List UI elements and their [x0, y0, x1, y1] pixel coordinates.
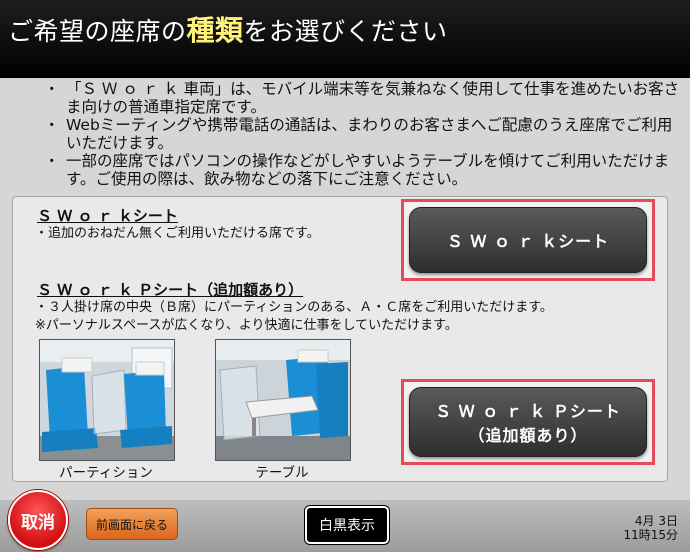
table-seat-image [216, 340, 350, 460]
header-bar: ご希望の座席の種類をお選びください [0, 0, 690, 78]
sworkp-seat-note: ※パーソナルスペースが広くなり、より快適に仕事をしていただけます。 [35, 318, 458, 333]
swork-seat-button[interactable]: Ｓ Ｗ ｏ ｒ ｋシート [409, 207, 647, 273]
date-text: 4月 3日 [634, 514, 678, 528]
date-time-display: 4月 3日 11時15分 [623, 514, 678, 542]
partition-seat-image [40, 340, 174, 460]
back-button[interactable]: 前画面に戻る [86, 508, 178, 540]
sworkp-seat-button-sublabel: （追加額あり） [468, 426, 588, 445]
note-item: 一部の座席ではパソコンの操作などがしやすいようテーブルを傾けてご利用いただけます… [44, 152, 682, 188]
title-prefix: ご希望の座席の [8, 17, 187, 46]
sworkp-seat-heading: Ｓ Ｗ ｏ ｒ ｋ Ｐシート（追加額あり） [37, 281, 304, 299]
swork-seat-frame: Ｓ Ｗ ｏ ｒ ｋシート [401, 199, 655, 281]
title-emphasis: 種類 [186, 14, 244, 47]
table-caption: テーブル [255, 465, 309, 481]
swork-seat-heading: Ｓ Ｗ ｏ ｒ ｋシート [37, 207, 178, 225]
sworkp-seat-description: ・３人掛け席の中央（Ｂ席）にパーティションのある、Ａ・Ｃ席をご利用いただけます。 [35, 300, 553, 315]
swork-seat-description: ・追加のおねだん無くご利用いただける席です。 [35, 226, 320, 241]
cancel-button[interactable]: 取消 [8, 490, 68, 550]
time-text: 11時15分 [623, 528, 678, 542]
info-notes: 「Ｓ Ｗ ｏ ｒ ｋ 車両」は、モバイル端末等を気兼ねなく使用して仕事を進めたい… [44, 80, 682, 188]
note-item: Webミーティングや携帯電話の通話は、まわりのお客さまへご配慮のうえ座席でご利用… [44, 116, 682, 152]
page-title: ご希望の座席の種類をお選びください [8, 14, 448, 48]
partition-caption: パーティション [59, 465, 153, 481]
sworkp-seat-button[interactable]: Ｓ Ｗ ｏ ｒ ｋ Ｐシート （追加額あり） [409, 387, 647, 457]
swork-seat-button-label: Ｓ Ｗ ｏ ｒ ｋシート [446, 232, 610, 251]
note-item: 「Ｓ Ｗ ｏ ｒ ｋ 車両」は、モバイル端末等を気兼ねなく使用して仕事を進めたい… [44, 80, 682, 116]
sworkp-seat-frame: Ｓ Ｗ ｏ ｒ ｋ Ｐシート （追加額あり） [401, 379, 655, 465]
seat-type-panel: Ｓ Ｗ ｏ ｒ ｋシート ・追加のおねだん無くご利用いただける席です。 Ｓ Ｗ … [12, 196, 668, 482]
table-photo [215, 339, 351, 461]
sworkp-seat-button-label: Ｓ Ｗ ｏ ｒ ｋ Ｐシート [435, 402, 621, 421]
monochrome-display-button[interactable]: 白黒表示 [305, 506, 389, 544]
partition-photo [39, 339, 175, 461]
title-suffix: をお選びください [243, 17, 448, 46]
